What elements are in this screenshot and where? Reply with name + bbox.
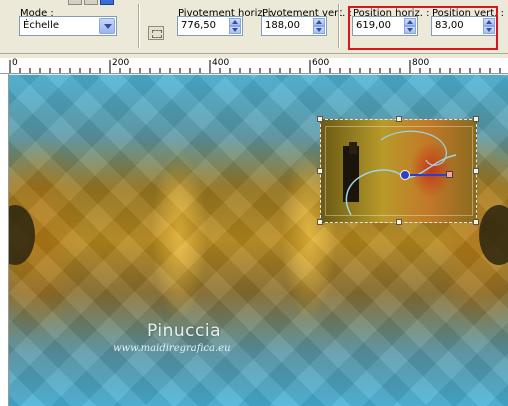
toolbar-separator bbox=[338, 4, 340, 48]
ruler-label: 200 bbox=[112, 58, 130, 68]
toolbar-top-icons bbox=[0, 0, 120, 6]
watermark-url: www.maidiregrafica.eu bbox=[113, 343, 231, 354]
pivot-h-spinbox[interactable]: 776,50 bbox=[177, 16, 243, 36]
ruler-ticks bbox=[9, 60, 501, 73]
resize-handle[interactable] bbox=[317, 168, 323, 174]
pivot-v-spin-buttons[interactable] bbox=[313, 18, 325, 34]
watermark-title: Pinuccia bbox=[147, 321, 221, 341]
chevron-down-icon[interactable] bbox=[99, 18, 115, 34]
resize-handle[interactable] bbox=[396, 116, 402, 122]
resize-handle[interactable] bbox=[317, 116, 323, 122]
resize-handle[interactable] bbox=[473, 116, 479, 122]
rotation-handle[interactable] bbox=[446, 171, 453, 178]
vertical-ruler bbox=[0, 74, 9, 406]
pivot-icon[interactable] bbox=[148, 26, 164, 40]
position-highlight-box bbox=[348, 6, 498, 50]
toolbar-separator bbox=[138, 4, 140, 48]
image-canvas[interactable]: Pinuccia www.maidiregrafica.eu bbox=[9, 75, 508, 406]
spin-up-icon[interactable] bbox=[229, 18, 241, 26]
pivot-point-handle[interactable] bbox=[400, 170, 410, 180]
mode-dropdown[interactable]: Échelle bbox=[19, 16, 117, 36]
pivot-v-spinbox[interactable]: 188,00 bbox=[261, 16, 327, 36]
rotation-arm bbox=[408, 174, 448, 176]
pivot-h-spin-buttons[interactable] bbox=[229, 18, 241, 34]
pivot-h-value: 776,50 bbox=[181, 20, 216, 31]
pivot-v-value: 188,00 bbox=[265, 20, 300, 31]
resize-handle[interactable] bbox=[473, 219, 479, 225]
toolbar-icon[interactable] bbox=[68, 0, 82, 5]
spin-up-icon[interactable] bbox=[313, 18, 325, 26]
ruler-label: 600 bbox=[312, 58, 330, 68]
horizontal-ruler: 0 200 400 600 800 bbox=[0, 58, 508, 74]
spin-down-icon[interactable] bbox=[229, 26, 241, 34]
toolbar-icon[interactable] bbox=[84, 0, 98, 5]
ruler-label: 400 bbox=[212, 58, 230, 68]
resize-handle[interactable] bbox=[317, 219, 323, 225]
resize-handle[interactable] bbox=[396, 219, 402, 225]
resize-handle[interactable] bbox=[473, 168, 479, 174]
ruler-label: 0 bbox=[12, 58, 18, 68]
mode-dropdown-value: Échelle bbox=[23, 20, 60, 31]
spin-down-icon[interactable] bbox=[313, 26, 325, 34]
selected-layer[interactable] bbox=[317, 116, 479, 225]
toolbar-icon-active[interactable] bbox=[100, 0, 114, 5]
tool-options-bar: Mode : Échelle Pivotement horiz. : 776,5… bbox=[0, 0, 508, 54]
ruler-label: 800 bbox=[412, 58, 430, 68]
